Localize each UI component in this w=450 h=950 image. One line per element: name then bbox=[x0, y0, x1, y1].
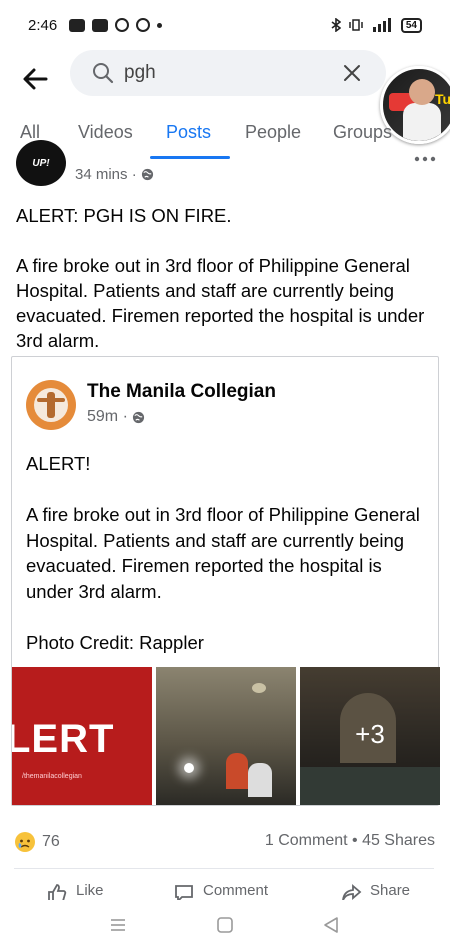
system-icons: 54 bbox=[331, 17, 422, 33]
tab-groups[interactable]: Groups bbox=[333, 112, 392, 158]
photo-flashlight bbox=[184, 763, 194, 773]
messenger-notification-icon bbox=[136, 18, 151, 32]
photo-handle-text: /themanilacollegian bbox=[22, 773, 82, 780]
status-bar: 2:46 54 bbox=[0, 0, 450, 50]
photo-lamp bbox=[252, 683, 266, 693]
post-timestamp[interactable]: 34 mins · bbox=[75, 166, 154, 183]
photo-alert-text: LERT bbox=[12, 717, 115, 761]
search-icon bbox=[93, 63, 114, 84]
photo-person bbox=[226, 753, 248, 789]
more-notifications-dot-icon bbox=[157, 22, 163, 28]
search-input[interactable]: pgh bbox=[70, 50, 386, 96]
bluetooth-icon bbox=[331, 18, 341, 32]
facebook-notification-icon bbox=[92, 18, 109, 32]
photo-person bbox=[248, 763, 272, 797]
back-nav-icon[interactable] bbox=[320, 914, 342, 936]
tab-videos[interactable]: Videos bbox=[78, 112, 133, 158]
battery-icon: 54 bbox=[400, 17, 422, 33]
shared-post-body: ALERT! A fire broke out in 3rd floor of … bbox=[26, 451, 431, 681]
photo-alert-graphic[interactable]: LERT /themanilacollegian bbox=[12, 667, 152, 805]
tab-posts[interactable]: Posts bbox=[166, 112, 211, 158]
globe-icon bbox=[141, 168, 153, 181]
more-options-icon[interactable] bbox=[414, 154, 436, 164]
post-paragraph: ALERT: PGH IS ON FIRE. bbox=[16, 205, 232, 226]
post-author-avatar[interactable]: UP! bbox=[16, 140, 66, 186]
tab-people[interactable]: People bbox=[245, 112, 301, 158]
bubble-overlay-text: Tub bbox=[435, 91, 450, 107]
bubble-person-head bbox=[409, 79, 435, 105]
page-name[interactable]: The Manila Collegian bbox=[87, 381, 276, 403]
clear-search-icon[interactable] bbox=[342, 63, 362, 83]
photo-evacuation-hallway[interactable] bbox=[156, 667, 296, 805]
shared-paragraph: A fire broke out in 3rd floor of Philipp… bbox=[26, 504, 420, 602]
shared-post-timestamp[interactable]: 59m · bbox=[87, 408, 145, 426]
photo-hospital-corridor[interactable]: +3 bbox=[300, 667, 440, 805]
back-arrow-icon[interactable] bbox=[20, 64, 50, 94]
search-header: pgh Tub bbox=[0, 50, 450, 144]
reaction-count: 76 bbox=[42, 833, 60, 850]
system-navigation-bar bbox=[0, 900, 450, 950]
notification-icons bbox=[69, 18, 163, 32]
recent-apps-icon[interactable] bbox=[107, 914, 129, 936]
page-avatar[interactable] bbox=[26, 380, 76, 430]
sad-reaction-icon bbox=[15, 832, 35, 852]
comments-shares-count[interactable]: 1 Comment • 45 Shares bbox=[265, 832, 435, 850]
post-paragraph: A fire broke out in 3rd floor of Philipp… bbox=[16, 255, 425, 351]
reaction-summary[interactable]: 76 bbox=[14, 831, 60, 853]
page-logo-figure bbox=[47, 392, 55, 418]
globe-icon bbox=[132, 411, 144, 423]
search-query: pgh bbox=[124, 62, 156, 83]
page-logo-arms bbox=[37, 398, 65, 402]
post-body: ALERT: PGH IS ON FIRE. A fire broke out … bbox=[16, 203, 436, 378]
shared-post-card[interactable]: The Manila Collegian 59m · ALERT! A fire… bbox=[11, 356, 440, 806]
home-icon[interactable] bbox=[214, 914, 236, 936]
signal-icon bbox=[372, 18, 391, 32]
post-time-text: 34 mins · bbox=[75, 166, 137, 183]
instagram-notification-icon bbox=[115, 18, 130, 32]
more-photos-count: +3 bbox=[355, 719, 385, 749]
comment-label: Comment bbox=[203, 882, 269, 899]
status-time: 2:46 bbox=[28, 16, 58, 34]
engagement-divider bbox=[14, 868, 434, 869]
shared-time-text: 59m · bbox=[87, 408, 128, 425]
shared-paragraph: ALERT! bbox=[26, 453, 91, 474]
share-label: Share bbox=[370, 882, 411, 899]
avatar-text: UP! bbox=[32, 157, 50, 169]
vibrate-icon bbox=[349, 19, 363, 31]
search-filter-tabs: All Videos Posts People Groups bbox=[0, 112, 450, 159]
youtube-notification-icon bbox=[69, 18, 86, 32]
active-tab-indicator bbox=[150, 156, 230, 159]
shared-paragraph: Photo Credit: Rappler bbox=[26, 631, 204, 653]
like-label: Like bbox=[76, 882, 104, 899]
